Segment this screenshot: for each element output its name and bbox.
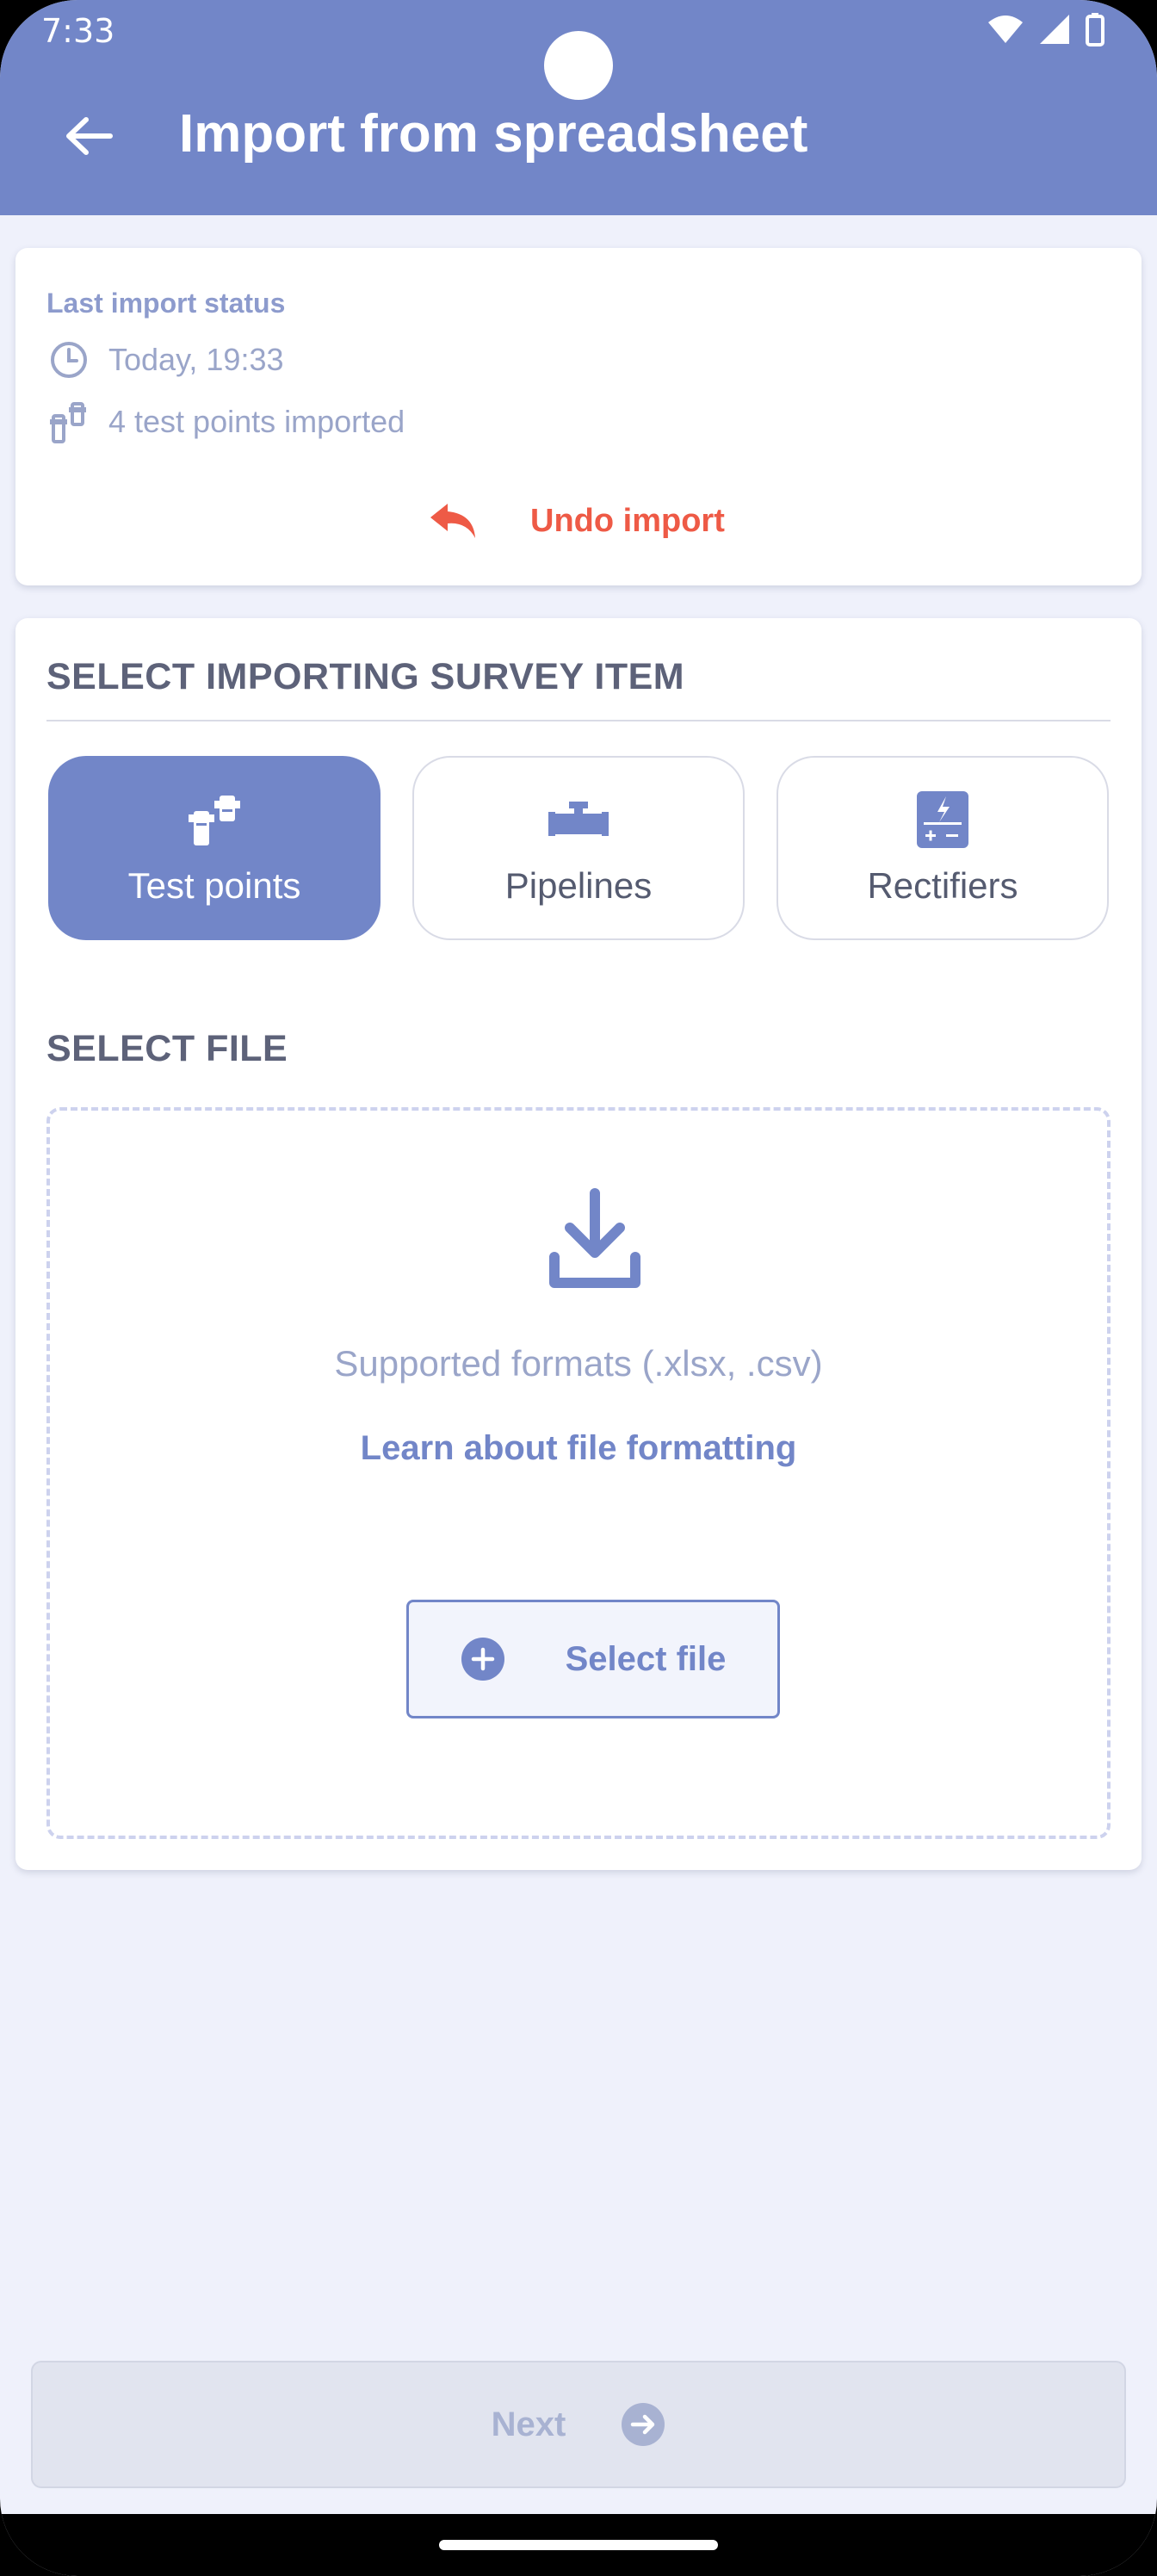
last-import-count: 4 test points imported xyxy=(108,404,405,439)
pipeline-icon xyxy=(548,790,609,850)
test-point-icon xyxy=(187,790,242,850)
last-import-count-row: 4 test points imported xyxy=(46,399,405,444)
camera-cutout xyxy=(544,31,613,100)
screen: 7:33 Import from spreadsheet Last import… xyxy=(0,0,1157,2576)
battery-icon xyxy=(1086,13,1104,46)
clock-icon xyxy=(46,337,91,382)
undo-import-button[interactable]: Undo import xyxy=(429,489,773,553)
undo-icon xyxy=(430,504,475,538)
supported-formats-text: Supported formats (.xlsx, .csv) xyxy=(334,1343,823,1384)
last-import-heading: Last import status xyxy=(46,288,286,319)
survey-item-label: Test points xyxy=(127,865,301,906)
plus-circle-icon xyxy=(461,1638,504,1681)
last-import-time: Today, 19:33 xyxy=(108,342,284,377)
last-import-card: Last import status Today, 19:33 4 test p… xyxy=(15,248,1142,585)
arrow-right-circle-icon xyxy=(622,2403,665,2446)
signal-icon xyxy=(1040,15,1069,44)
rectifier-icon xyxy=(915,790,970,850)
download-icon xyxy=(549,1188,640,1288)
survey-item-pipelines[interactable]: Pipelines xyxy=(412,756,745,940)
arrow-left-icon xyxy=(66,117,113,155)
last-import-time-row: Today, 19:33 xyxy=(46,337,283,382)
wifi-icon xyxy=(988,15,1023,43)
next-button[interactable]: Next xyxy=(31,2361,1126,2488)
file-dropzone[interactable]: Supported formats (.xlsx, .csv) Learn ab… xyxy=(46,1107,1111,1839)
back-button[interactable] xyxy=(59,110,119,162)
select-file-button[interactable]: Select file xyxy=(406,1600,780,1718)
survey-item-test-points[interactable]: Test points xyxy=(48,756,381,940)
survey-item-label: Pipelines xyxy=(504,865,653,906)
next-label: Next xyxy=(491,2405,566,2443)
status-time: 7:33 xyxy=(41,12,115,50)
test-point-icon xyxy=(46,399,91,444)
survey-item-rectifiers[interactable]: Rectifiers xyxy=(776,756,1109,940)
survey-item-label: Rectifiers xyxy=(867,865,1018,906)
learn-formatting-link[interactable]: Learn about file formatting xyxy=(50,1429,1107,1468)
undo-import-label: Undo import xyxy=(530,502,725,539)
home-indicator[interactable] xyxy=(439,2540,718,2550)
select-file-title: SELECT FILE xyxy=(46,1028,288,1069)
status-icons xyxy=(987,12,1105,46)
divider xyxy=(46,720,1111,721)
import-card: SELECT IMPORTING SURVEY ITEM Test points… xyxy=(15,618,1142,1870)
survey-item-title: SELECT IMPORTING SURVEY ITEM xyxy=(46,656,685,697)
select-file-label: Select file xyxy=(565,1639,727,1678)
page-title: Import from spreadsheet xyxy=(179,104,808,164)
app-header: 7:33 Import from spreadsheet xyxy=(0,0,1157,215)
